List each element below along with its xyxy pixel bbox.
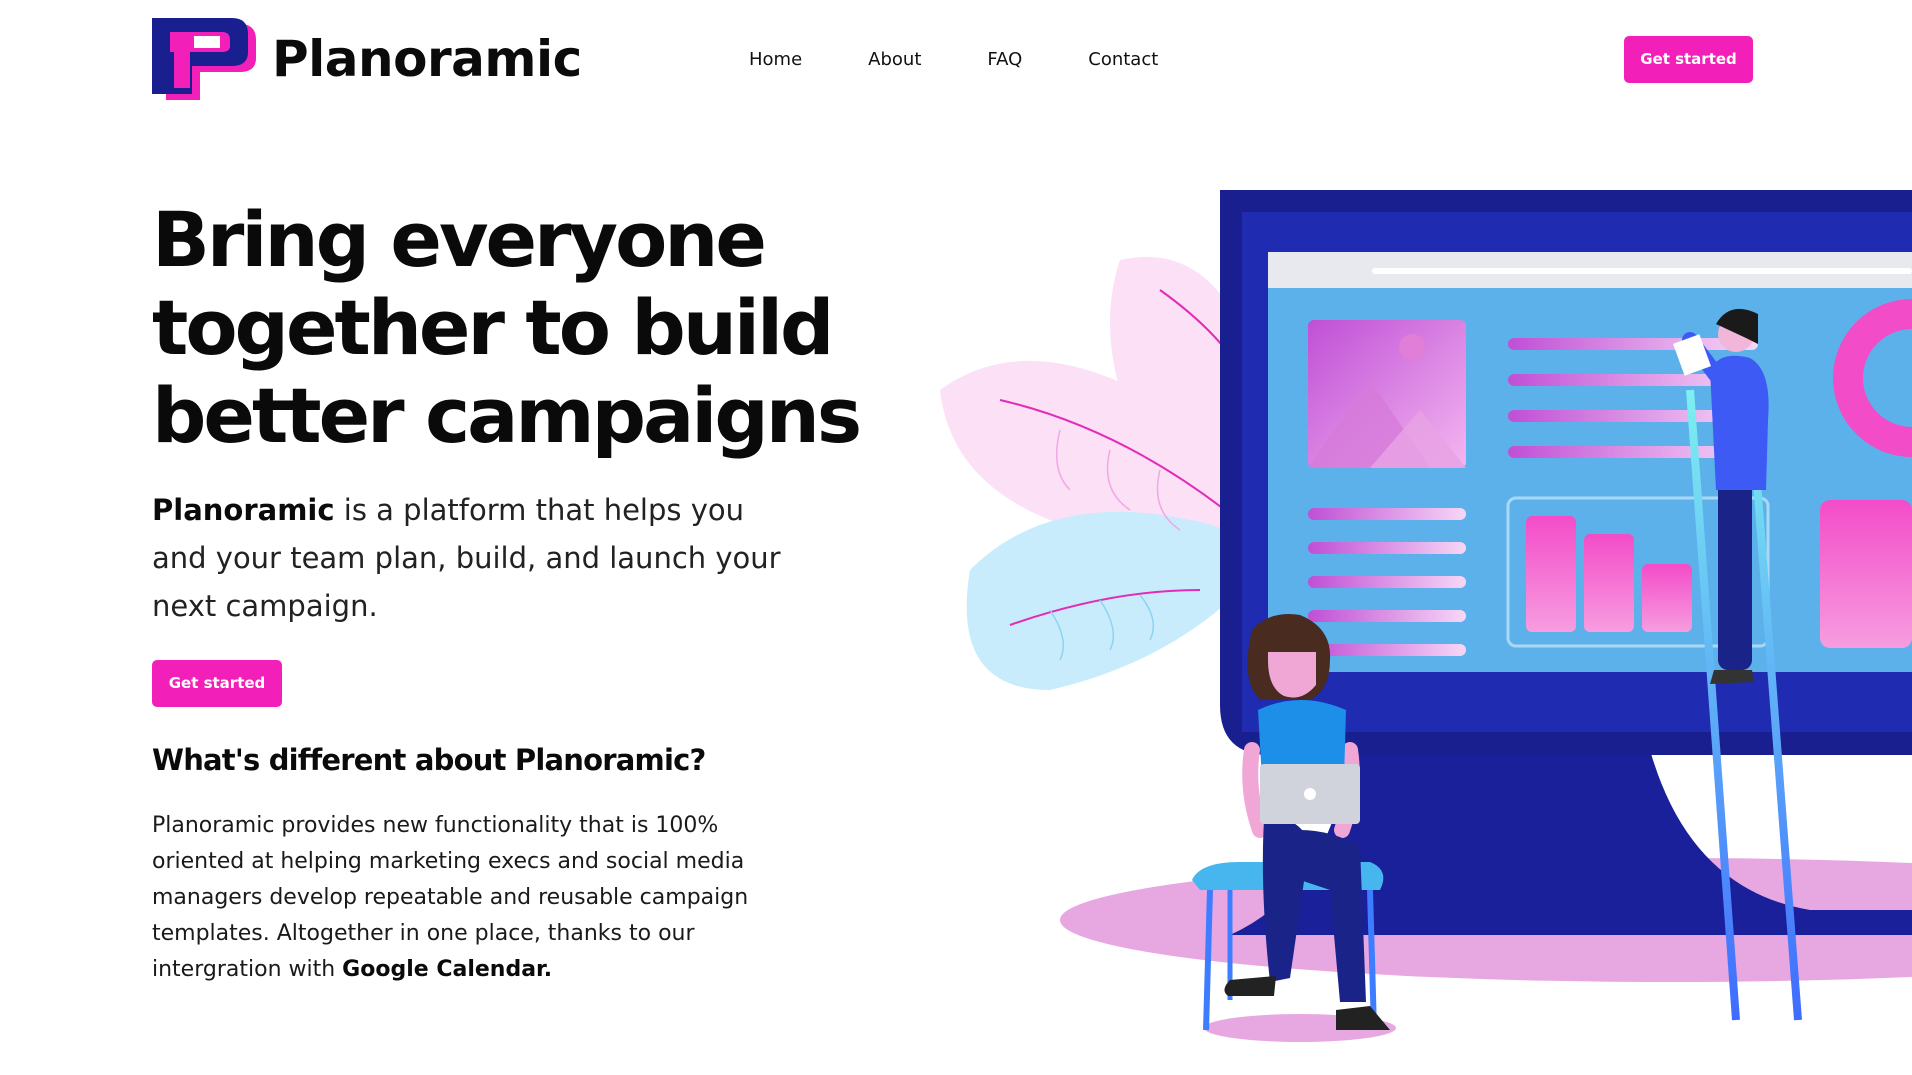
hero-title: Bring everyone together to build better … — [152, 195, 862, 460]
features-body: Planoramic provides new functionality th… — [152, 808, 752, 988]
nav-faq[interactable]: FAQ — [987, 48, 1022, 72]
nav-home[interactable]: Home — [749, 48, 802, 72]
logo-icon — [152, 18, 256, 100]
hero-lead-brand: Planoramic — [152, 493, 335, 527]
viewport: Planoramic Home About FAQ Contact Get st… — [0, 0, 1912, 1075]
hero-get-started-button[interactable]: Get started — [152, 660, 282, 707]
leaf-decoration — [940, 256, 1262, 690]
features-highlight: Google Calendar. — [342, 957, 553, 982]
image-icon — [1308, 320, 1466, 468]
header-get-started-button[interactable]: Get started — [1624, 36, 1753, 83]
hero-lead: Planoramic is a platform that helps you … — [152, 486, 792, 630]
brand-name: Planoramic — [272, 30, 582, 88]
page: Planoramic Home About FAQ Contact Get st… — [0, 0, 1912, 1075]
site-header: Planoramic Home About FAQ Contact Get st… — [0, 0, 1912, 120]
nav-contact[interactable]: Contact — [1088, 48, 1158, 72]
hero-illustration — [940, 190, 1912, 1042]
nav-about[interactable]: About — [868, 48, 921, 72]
main-nav: Home About FAQ Contact — [749, 48, 1158, 72]
features-title: What's different about Planoramic? — [152, 743, 706, 777]
logo-link[interactable]: Planoramic — [152, 18, 582, 100]
